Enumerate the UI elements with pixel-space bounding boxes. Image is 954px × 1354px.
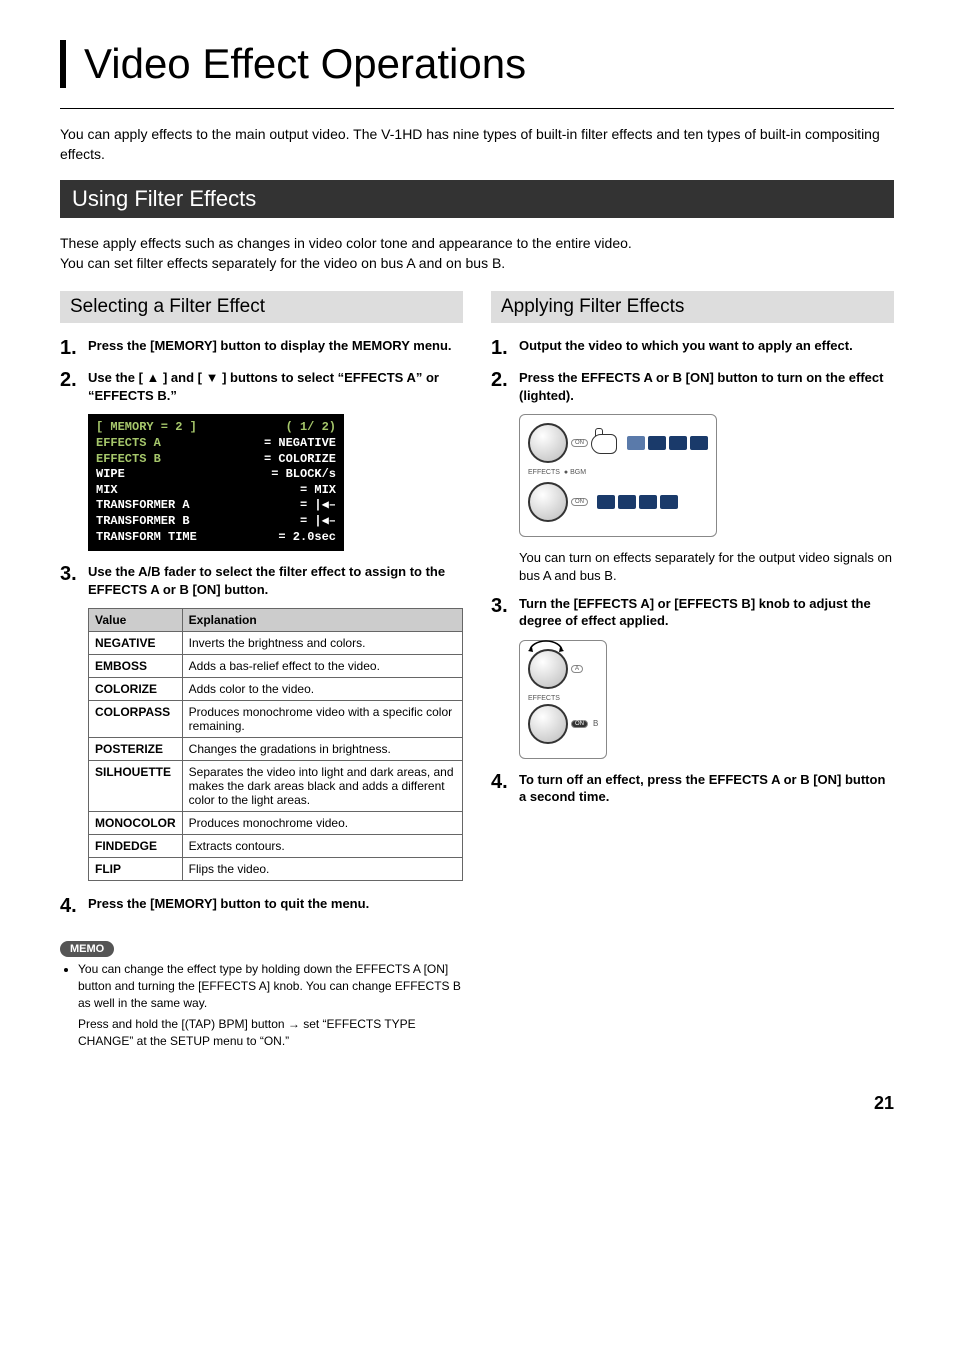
sub-head-applying: Applying Filter Effects: [491, 291, 894, 323]
step-number: 4.: [491, 771, 519, 806]
preview-button-icon: [597, 495, 615, 509]
illustration-effects-knob-turn: A EFFECTS ON B: [519, 640, 894, 759]
illustration-effects-panel-press: ON EFFECTS ● BGM ON: [519, 414, 894, 537]
rotate-arrows-icon: [524, 637, 568, 657]
on-a-indicator: ON: [571, 439, 588, 447]
section-head-using-filter-effects: Using Filter Effects: [60, 180, 894, 218]
apply-step-1-text: Output the video to which you want to ap…: [519, 337, 853, 359]
step-number: 4.: [60, 895, 88, 917]
apply-step-3-text: Turn the [EFFECTS A] or [EFFECTS B] knob…: [519, 595, 894, 630]
preview-button-icon: [690, 436, 708, 450]
effects-label: EFFECTS: [528, 469, 560, 476]
sub-head-selecting: Selecting a Filter Effect: [60, 291, 463, 323]
table-row: FLIPFlips the video.: [89, 858, 463, 881]
memo-item: You can change the effect type by holdin…: [78, 961, 463, 1011]
b-label: B: [593, 719, 598, 728]
step-1-text: Press the [MEMORY] button to display the…: [88, 337, 452, 359]
effects-b-knob-icon: [528, 482, 568, 522]
on-b-indicator: ON: [571, 498, 588, 506]
step-2-text: Use the [ ▲ ] and [ ▼ ] buttons to selec…: [88, 369, 463, 404]
table-row: FINDEDGEExtracts contours.: [89, 835, 463, 858]
preview-button-icon: [639, 495, 657, 509]
hand-press-icon: [591, 428, 621, 458]
table-row: COLORIZEAdds color to the video.: [89, 678, 463, 701]
table-row: COLORPASSProduces monochrome video with …: [89, 701, 463, 738]
bgm-label: ● BGM: [564, 469, 586, 476]
on-a-indicator: A: [571, 665, 583, 673]
table-head-value: Value: [89, 609, 183, 632]
step-number: 1.: [491, 337, 519, 359]
step-3-text: Use the A/B fader to select the filter e…: [88, 563, 463, 598]
step-number: 3.: [60, 563, 88, 598]
preview-button-icon: [618, 495, 636, 509]
apply-step-2-note: You can turn on effects separately for t…: [519, 549, 894, 584]
step-number: 1.: [60, 337, 88, 359]
page-number: 21: [60, 1093, 894, 1114]
table-head-explanation: Explanation: [182, 609, 462, 632]
step-number: 3.: [491, 595, 519, 630]
on-b-indicator: ON: [571, 720, 588, 728]
section-desc: These apply effects such as changes in v…: [60, 234, 894, 273]
memo-badge: MEMO: [60, 941, 114, 957]
apply-step-2-text: Press the EFFECTS A or B [ON] button to …: [519, 369, 894, 404]
step-number: 2.: [491, 369, 519, 404]
table-row: POSTERIZEChanges the gradations in brigh…: [89, 738, 463, 761]
table-row: NEGATIVEInverts the brightness and color…: [89, 632, 463, 655]
intro-text: You can apply effects to the main output…: [60, 125, 894, 164]
step-4-text: Press the [MEMORY] button to quit the me…: [88, 895, 369, 917]
preview-button-icon: [627, 436, 645, 450]
effects-b-knob-icon: [528, 704, 568, 744]
preview-button-icon: [669, 436, 687, 450]
table-row: SILHOUETTESeparates the video into light…: [89, 761, 463, 812]
effects-a-knob-icon: [528, 423, 568, 463]
step-number: 2.: [60, 369, 88, 404]
table-row: EMBOSSAdds a bas-relief effect to the vi…: [89, 655, 463, 678]
apply-step-4-text: To turn off an effect, press the EFFECTS…: [519, 771, 894, 806]
lcd-screen-memory-menu: [ MEMORY = 2 ]( 1/ 2)EFFECTS A= NEGATIVE…: [88, 414, 344, 551]
memo-list: You can change the effect type by holdin…: [78, 961, 463, 1049]
page-title: Video Effect Operations: [84, 40, 894, 88]
preview-button-icon: [660, 495, 678, 509]
memo-item: Press and hold the [(TAP) BPM] button → …: [78, 1016, 463, 1050]
preview-button-icon: [648, 436, 666, 450]
table-row: MONOCOLORProduces monochrome video.: [89, 812, 463, 835]
effects-label: EFFECTS: [528, 695, 598, 702]
filter-effects-table: Value Explanation NEGATIVEInverts the br…: [88, 608, 463, 881]
